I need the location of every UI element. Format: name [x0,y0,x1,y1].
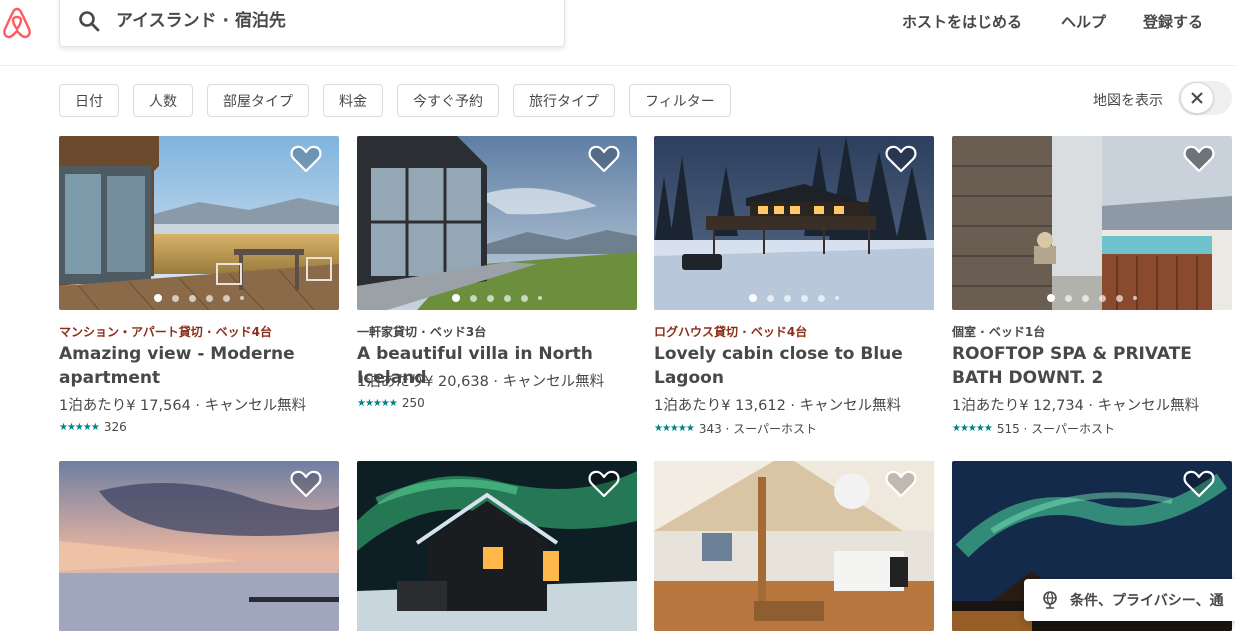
listing-photo[interactable] [59,136,339,310]
carousel-dot[interactable] [818,294,825,302]
listing-photo[interactable] [59,461,339,631]
star-rating-icon: ★★★★★ [952,423,993,434]
heart-icon[interactable] [1183,144,1215,174]
star-rating-icon: ★★★★★ [357,397,398,409]
heart-icon[interactable] [885,144,917,174]
filter-price-button[interactable]: 料金 [323,84,383,117]
show-map-label: 地図を表示 [1093,93,1163,109]
carousel-dot[interactable] [749,294,757,302]
airbnb-logo-icon[interactable] [0,4,34,40]
listing-title[interactable]: ROOFTOP SPA & PRIVATE BATH DOWNT. 2 [952,342,1235,390]
carousel-dot[interactable] [1082,294,1089,302]
carousel-dot[interactable] [767,294,774,302]
star-rating-icon: ★★★★★ [654,423,695,434]
nav-become-host[interactable]: ホストをはじめる [902,11,1022,32]
privacy-banner-text: 条件、プライバシー、通 [1070,593,1224,609]
photo-carousel-dots[interactable] [952,294,1232,302]
star-rating-icon: ★★★★★ [59,421,100,433]
show-map-toggle[interactable] [1178,81,1232,115]
listing-photo[interactable] [654,461,934,631]
toggle-knob [1180,82,1214,114]
heart-icon[interactable] [588,469,620,499]
listing-card[interactable]: 個室 · ベッド1台 ROOFTOP SPA & PRIVATE BATH DO… [952,123,1232,436]
filter-room-type-button[interactable]: 部屋タイプ [207,84,309,117]
listing-rating: ★★★★★ 326 [59,420,127,434]
review-count: 343 · スーパーホスト [698,422,818,436]
listing-card[interactable] [357,461,637,631]
listing-rating: ★★★★★ 515 · スーパーホスト [952,420,1115,437]
listing-price: 1泊あたり¥ 17,564 · キャンセル無料 [59,398,307,414]
carousel-dot[interactable] [154,294,162,302]
listing-type: ログハウス貸切 · ベッド4台 [654,325,808,339]
header: アイスランド · 宿泊先 ホストをはじめる ヘルプ 登録する [0,0,1235,66]
filter-guests-button[interactable]: 人数 [133,84,193,117]
listing-price: 1泊あたり¥ 20,638 · キャンセル無料 [357,374,605,390]
carousel-dot[interactable] [1133,296,1137,300]
carousel-dot[interactable] [223,294,230,302]
review-count: 515 · スーパーホスト [996,422,1116,436]
listing-card[interactable]: ログハウス貸切 · ベッド4台 Lovely cabin close to Bl… [654,136,934,436]
photo-carousel-dots[interactable] [357,294,637,302]
carousel-dot[interactable] [487,294,494,302]
search-input[interactable]: アイスランド · 宿泊先 [116,6,286,31]
listing-card[interactable] [59,461,339,631]
carousel-dot[interactable] [1047,294,1055,302]
carousel-dot[interactable] [504,294,511,302]
listing-rating: ★★★★★ 343 · スーパーホスト [654,420,817,437]
listing-title[interactable]: Lovely cabin close to Blue Lagoon [654,342,939,390]
listing-photo[interactable] [357,136,637,310]
carousel-dot[interactable] [835,296,839,300]
listing-title[interactable]: Amazing view - Moderne apartment [59,342,344,390]
carousel-dot[interactable] [189,294,196,302]
listing-photo[interactable] [357,461,637,631]
carousel-dot[interactable] [801,294,808,302]
carousel-dot[interactable] [521,294,528,302]
listing-card[interactable] [654,461,934,631]
carousel-dot[interactable] [784,294,791,302]
heart-icon[interactable] [885,469,917,499]
review-count: 250 [401,396,425,410]
photo-carousel-dots[interactable] [59,294,339,302]
listing-type: マンション・アパート貸切 · ベッド4台 [59,325,273,339]
filter-instant-book-button[interactable]: 今すぐ予約 [397,84,499,117]
carousel-dot[interactable] [1116,294,1123,302]
heart-icon[interactable] [1183,469,1215,499]
photo-carousel-dots[interactable] [654,294,934,302]
filter-dates-button[interactable]: 日付 [59,84,119,117]
listing-card[interactable]: 一軒家貸切 · ベッド3台 A beautiful villa in North… [357,136,637,436]
nav-help[interactable]: ヘルプ [1061,11,1106,32]
listing-type: 個室 · ベッド1台 [952,325,1046,339]
listing-photo[interactable] [654,136,934,310]
carousel-dot[interactable] [538,296,542,300]
listing-card[interactable]: マンション・アパート貸切 · ベッド4台 Amazing view - Mode… [59,136,339,436]
carousel-dot[interactable] [206,294,213,302]
carousel-dot[interactable] [470,294,477,302]
filter-bar: 日付 人数 部屋タイプ 料金 今すぐ予約 旅行タイプ フィルター [59,84,731,118]
close-icon [1191,92,1203,104]
carousel-dot[interactable] [1065,294,1072,302]
heart-icon[interactable] [290,469,322,499]
carousel-dot[interactable] [1099,294,1106,302]
filter-trip-type-button[interactable]: 旅行タイプ [513,84,615,117]
listing-photo[interactable] [952,136,1232,310]
privacy-banner[interactable]: 条件、プライバシー、通 [1024,579,1235,621]
search-icon [79,11,100,32]
carousel-dot[interactable] [172,294,179,302]
carousel-dot[interactable] [240,296,244,300]
search-bar[interactable]: アイスランド · 宿泊先 [59,0,565,47]
globe-icon [1043,591,1057,609]
heart-icon[interactable] [290,144,322,174]
listing-type: 一軒家貸切 · ベッド3台 [357,325,487,339]
filter-more-button[interactable]: フィルター [629,84,731,117]
listing-price: 1泊あたり¥ 12,734 · キャンセル無料 [952,398,1200,414]
carousel-dot[interactable] [452,294,460,302]
listing-price: 1泊あたり¥ 13,612 · キャンセル無料 [654,398,902,414]
heart-icon[interactable] [588,144,620,174]
listing-rating: ★★★★★ 250 [357,396,425,410]
review-count: 326 [103,420,127,434]
nav-signup[interactable]: 登録する [1143,11,1203,32]
